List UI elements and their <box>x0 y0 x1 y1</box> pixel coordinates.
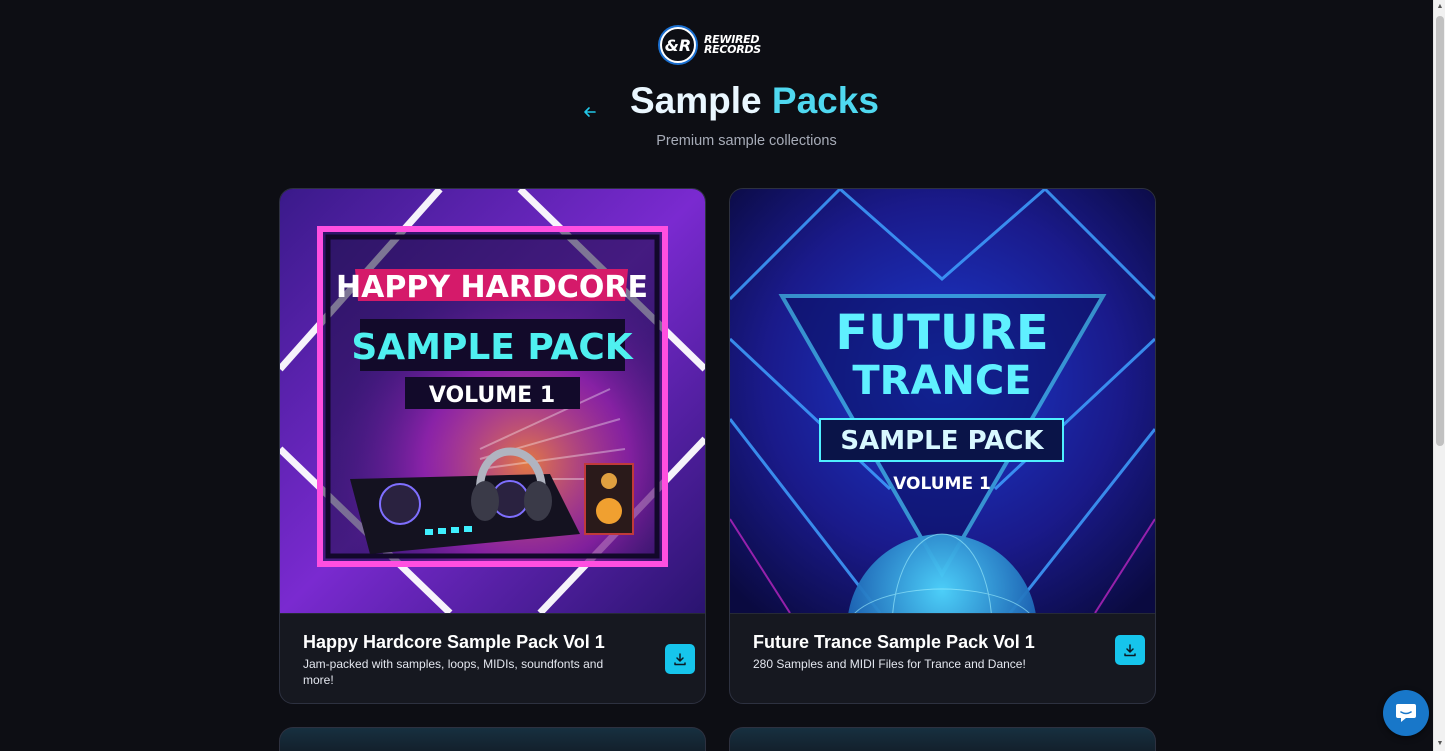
pack-card-happy-hardcore[interactable]: HAPPY HARDCORE SAMPLE PACK VOLUME 1 Happ… <box>279 188 706 704</box>
cover-line1: FUTURE <box>835 305 1048 361</box>
chat-button[interactable] <box>1383 690 1429 736</box>
pack-cover-art: HAPPY HARDCORE SAMPLE PACK VOLUME 1 <box>280 189 705 613</box>
pack-card-body: Happy Hardcore Sample Pack Vol 1 Jam-pac… <box>280 613 705 703</box>
chat-bubble-icon <box>1396 704 1416 722</box>
scroll-down-arrow-icon[interactable]: ▼ <box>1436 739 1444 749</box>
scroll-up-arrow-icon[interactable]: ▲ <box>1436 2 1444 12</box>
cover-line2: SAMPLE PACK <box>351 327 633 368</box>
page: &R REWIRED RECORDS Sample Packs Premium … <box>0 0 1433 751</box>
pack-card-body: Future Trance Sample Pack Vol 1 280 Samp… <box>730 613 1155 703</box>
cover-line1: HAPPY HARDCORE <box>336 270 648 305</box>
cover-line3: SAMPLE PACK <box>840 426 1044 456</box>
pack-title[interactable]: Future Trance Sample Pack Vol 1 <box>753 632 1035 653</box>
pack-cover-art: FUTURE TRANCE SAMPLE PACK VOLUME 1 <box>730 189 1155 613</box>
download-button[interactable] <box>1115 635 1145 665</box>
pack-description: Jam-packed with samples, loops, MIDIs, s… <box>303 657 604 687</box>
page-subtitle: Premium sample collections <box>656 133 837 149</box>
cover-line2: TRANCE <box>852 358 1031 404</box>
page-title: Sample Packs <box>630 80 879 122</box>
logo-mark-icon: &R <box>658 25 698 65</box>
logo-text: REWIRED RECORDS <box>704 34 761 56</box>
pack-card-partial[interactable] <box>279 727 706 751</box>
arrow-left-icon[interactable] <box>580 102 600 122</box>
logo-line2: RECORDS <box>704 43 761 56</box>
cover-line4: VOLUME 1 <box>893 474 991 494</box>
scrollbar-thumb[interactable] <box>1436 16 1444 446</box>
pack-card-future-trance[interactable]: FUTURE TRANCE SAMPLE PACK VOLUME 1 Futur… <box>729 188 1156 704</box>
download-button[interactable] <box>665 644 695 674</box>
download-icon <box>674 653 686 666</box>
page-scrollbar[interactable]: ▲ ▼ <box>1433 0 1445 751</box>
cover-line3: VOLUME 1 <box>429 383 555 408</box>
pack-title[interactable]: Happy Hardcore Sample Pack Vol 1 <box>303 632 605 653</box>
logo[interactable]: &R REWIRED RECORDS <box>656 22 761 68</box>
page-title-word2: Packs <box>771 80 879 121</box>
pack-description: 280 Samples and MIDI Files for Trance an… <box>753 657 1026 671</box>
download-icon <box>1124 644 1136 657</box>
pack-card-partial[interactable] <box>729 727 1156 751</box>
svg-text:&R: &R <box>665 36 691 55</box>
page-title-word1: Sample <box>630 80 762 121</box>
